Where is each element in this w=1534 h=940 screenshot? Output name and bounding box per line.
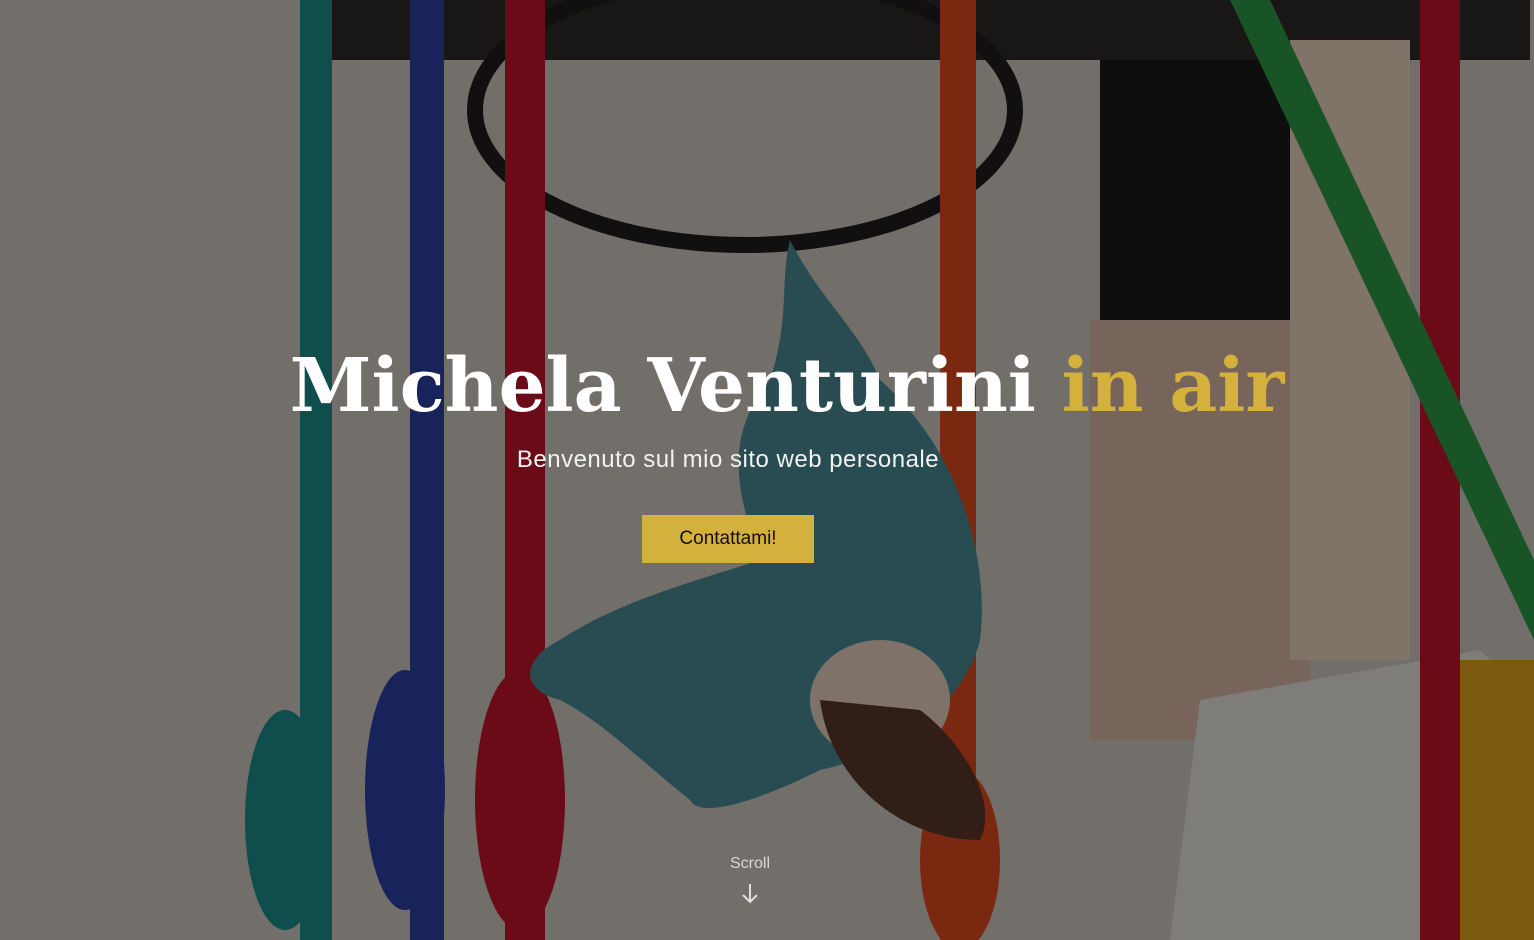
- hero-subtitle: Benvenuto sul mio sito web personale: [516, 446, 940, 473]
- scroll-label: Scroll: [729, 855, 770, 872]
- arrow-down-icon: [742, 884, 758, 904]
- scroll-indicator[interactable]: Scroll: [700, 852, 800, 906]
- contact-button[interactable]: Contattami!: [642, 515, 814, 563]
- hero-content: Michela Venturini in air Benvenuto sul m…: [0, 0, 1534, 940]
- hero-section: Michela Venturini in air Benvenuto sul m…: [0, 0, 1534, 940]
- hero-title-accent: in air: [1061, 343, 1285, 429]
- hero-title: Michela Venturini in air: [0, 338, 1534, 434]
- hero-title-name: Michela Venturini: [289, 343, 1036, 429]
